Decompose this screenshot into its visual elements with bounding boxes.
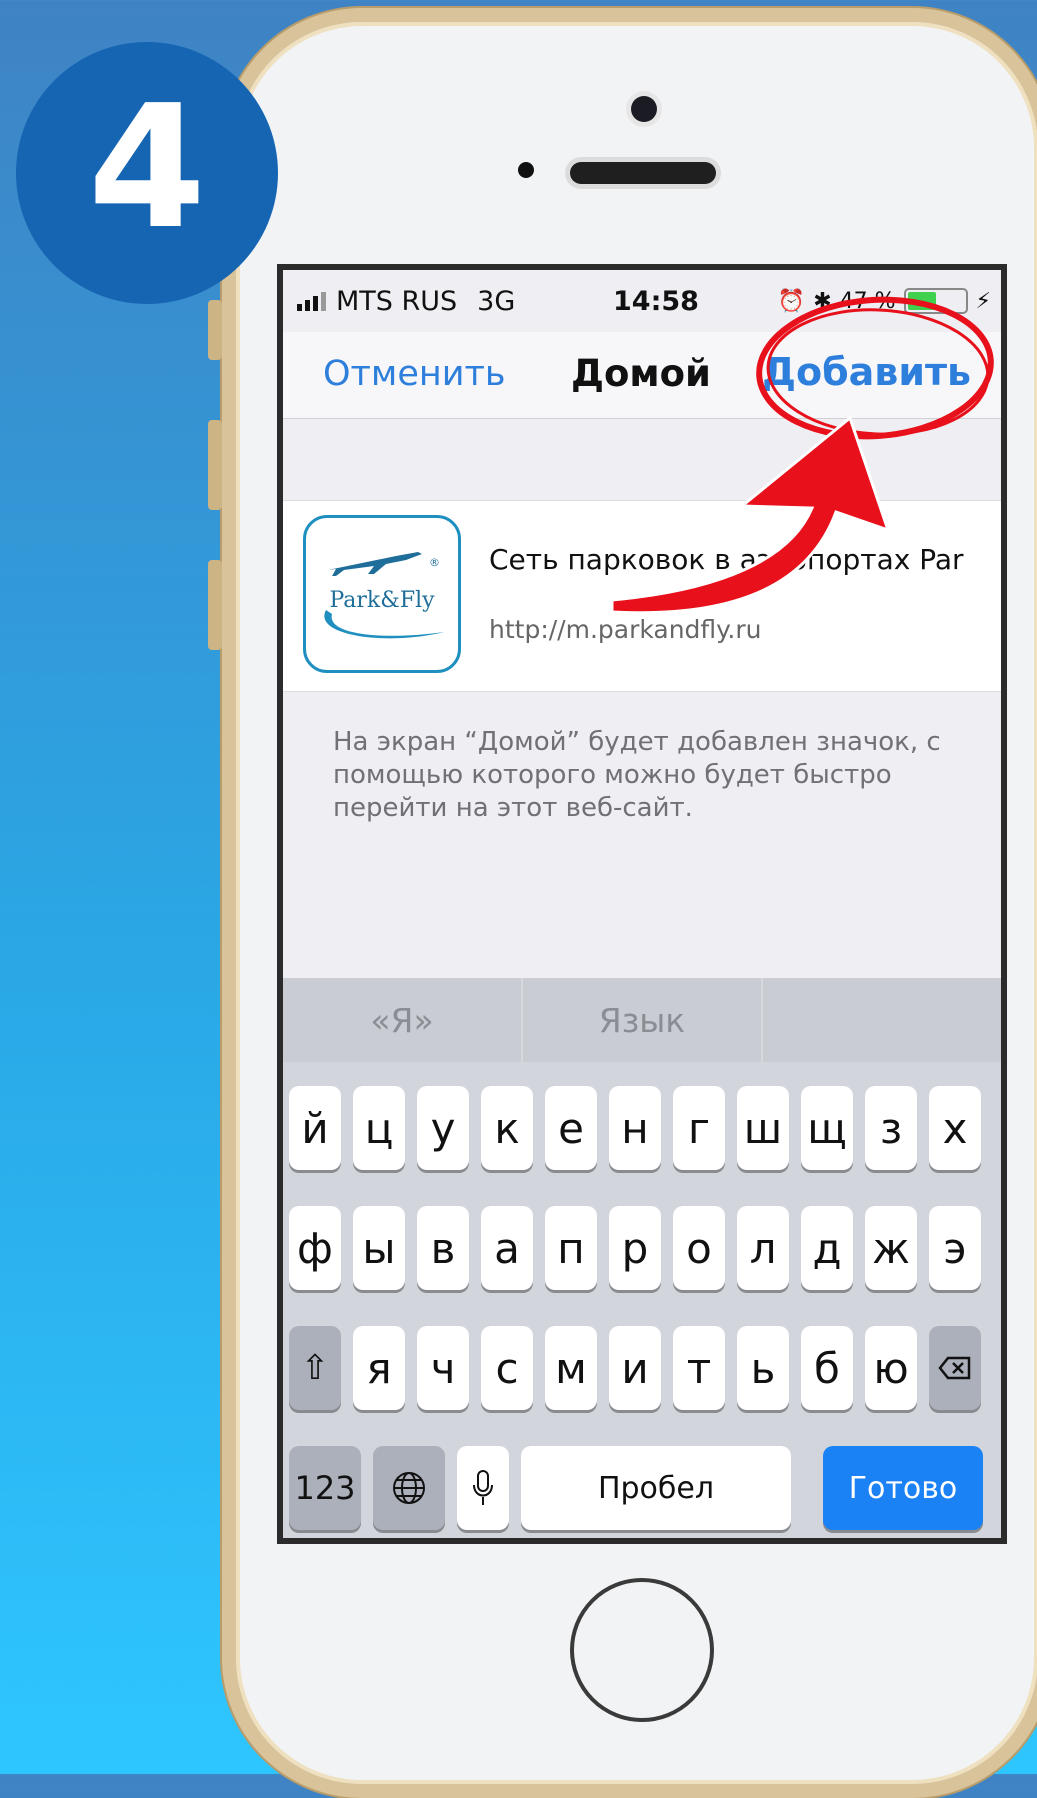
bookmark-card: ® Park&Fly Сеть парковок в аэропортах Pa… bbox=[283, 500, 1001, 692]
key[interactable]: ш bbox=[737, 1086, 789, 1170]
key[interactable]: г bbox=[673, 1086, 725, 1170]
key[interactable]: к bbox=[481, 1086, 533, 1170]
registered-icon: ® bbox=[429, 556, 440, 569]
phone-screen: MTS RUS 3G 14:58 ⏰ ✱ 47 % ⚡ Отменить Дом… bbox=[277, 264, 1007, 1544]
key[interactable]: о bbox=[673, 1206, 725, 1290]
microphone-key[interactable] bbox=[457, 1446, 509, 1530]
bookmark-title-field[interactable]: Сеть парковок в аэропортах Par bbox=[489, 543, 964, 576]
network-type: 3G bbox=[477, 285, 516, 317]
swoosh-icon bbox=[324, 610, 444, 639]
key[interactable]: ь bbox=[737, 1326, 789, 1410]
key[interactable]: х bbox=[929, 1086, 981, 1170]
key[interactable]: ы bbox=[353, 1206, 405, 1290]
nav-title: Домой bbox=[571, 352, 711, 395]
key[interactable]: ж bbox=[865, 1206, 917, 1290]
key[interactable]: а bbox=[481, 1206, 533, 1290]
numbers-key[interactable]: 123 bbox=[289, 1446, 361, 1530]
charging-icon: ⚡ bbox=[975, 288, 991, 314]
key[interactable]: в bbox=[417, 1206, 469, 1290]
navigation-bar: Отменить Домой Добавить bbox=[283, 332, 1001, 419]
globe-key[interactable] bbox=[373, 1446, 445, 1530]
key[interactable]: б bbox=[801, 1326, 853, 1410]
shift-icon: ⇧ bbox=[300, 1348, 330, 1388]
home-button[interactable] bbox=[570, 1578, 714, 1722]
key[interactable]: д bbox=[801, 1206, 853, 1290]
microphone-icon bbox=[473, 1470, 493, 1505]
done-key[interactable]: Готово bbox=[823, 1446, 983, 1530]
key[interactable]: у bbox=[417, 1086, 469, 1170]
key[interactable]: я bbox=[353, 1326, 405, 1410]
alarm-icon: ⏰ bbox=[777, 288, 806, 314]
key[interactable]: т bbox=[673, 1326, 725, 1410]
key[interactable]: з bbox=[865, 1086, 917, 1170]
carrier-label: MTS RUS bbox=[336, 285, 458, 317]
description-text: На экран “Домой” будет добавлен значок, … bbox=[333, 727, 941, 823]
app-icon: ® Park&Fly bbox=[303, 515, 461, 673]
earpiece-speaker bbox=[570, 162, 716, 184]
step-number: 4 bbox=[87, 69, 207, 267]
key[interactable]: е bbox=[545, 1086, 597, 1170]
key[interactable]: ч bbox=[417, 1326, 469, 1410]
key[interactable]: л bbox=[737, 1206, 789, 1290]
plane-icon bbox=[328, 552, 422, 576]
battery-percent: 47 % bbox=[839, 288, 896, 314]
key[interactable]: й bbox=[289, 1086, 341, 1170]
key[interactable]: ю bbox=[865, 1326, 917, 1410]
cancel-button[interactable]: Отменить bbox=[323, 354, 506, 394]
add-button[interactable]: Добавить bbox=[762, 350, 971, 394]
backspace-icon bbox=[938, 1356, 971, 1380]
bluetooth-icon: ✱ bbox=[813, 288, 832, 314]
front-camera bbox=[631, 96, 657, 122]
status-bar: MTS RUS 3G 14:58 ⏰ ✱ 47 % ⚡ bbox=[283, 270, 1001, 332]
shift-key[interactable]: ⇧ bbox=[289, 1326, 341, 1410]
volume-down-button bbox=[208, 560, 222, 650]
signal-icon bbox=[297, 291, 326, 311]
suggestion-1[interactable]: «Я» bbox=[283, 978, 523, 1062]
suggestion-bar: «Я» Язык bbox=[283, 978, 1001, 1062]
space-key[interactable]: Пробел bbox=[521, 1446, 791, 1530]
globe-icon bbox=[393, 1472, 425, 1504]
key[interactable]: р bbox=[609, 1206, 661, 1290]
step-badge: 4 bbox=[16, 42, 278, 304]
backspace-key[interactable] bbox=[929, 1326, 981, 1410]
key[interactable]: м bbox=[545, 1326, 597, 1410]
key[interactable]: ц bbox=[353, 1086, 405, 1170]
keyboard: «Я» Язык й ц у к е н г ш щ з х ф ы в а п… bbox=[283, 978, 1001, 1538]
key[interactable]: ф bbox=[289, 1206, 341, 1290]
key[interactable]: с bbox=[481, 1326, 533, 1410]
status-icons: ⏰ ✱ 47 % ⚡ bbox=[778, 288, 991, 314]
key[interactable]: п bbox=[545, 1206, 597, 1290]
suggestion-3[interactable] bbox=[763, 978, 1001, 1062]
bookmark-url: http://m.parkandfly.ru bbox=[489, 615, 762, 644]
suggestion-2[interactable]: Язык bbox=[523, 978, 763, 1062]
key[interactable]: и bbox=[609, 1326, 661, 1410]
key[interactable]: э bbox=[929, 1206, 981, 1290]
key[interactable]: н bbox=[609, 1086, 661, 1170]
proximity-sensor bbox=[518, 162, 534, 178]
mute-switch bbox=[208, 300, 222, 360]
volume-up-button bbox=[208, 420, 222, 510]
battery-icon bbox=[903, 288, 968, 314]
status-time: 14:58 bbox=[613, 285, 699, 317]
key[interactable]: щ bbox=[801, 1086, 853, 1170]
